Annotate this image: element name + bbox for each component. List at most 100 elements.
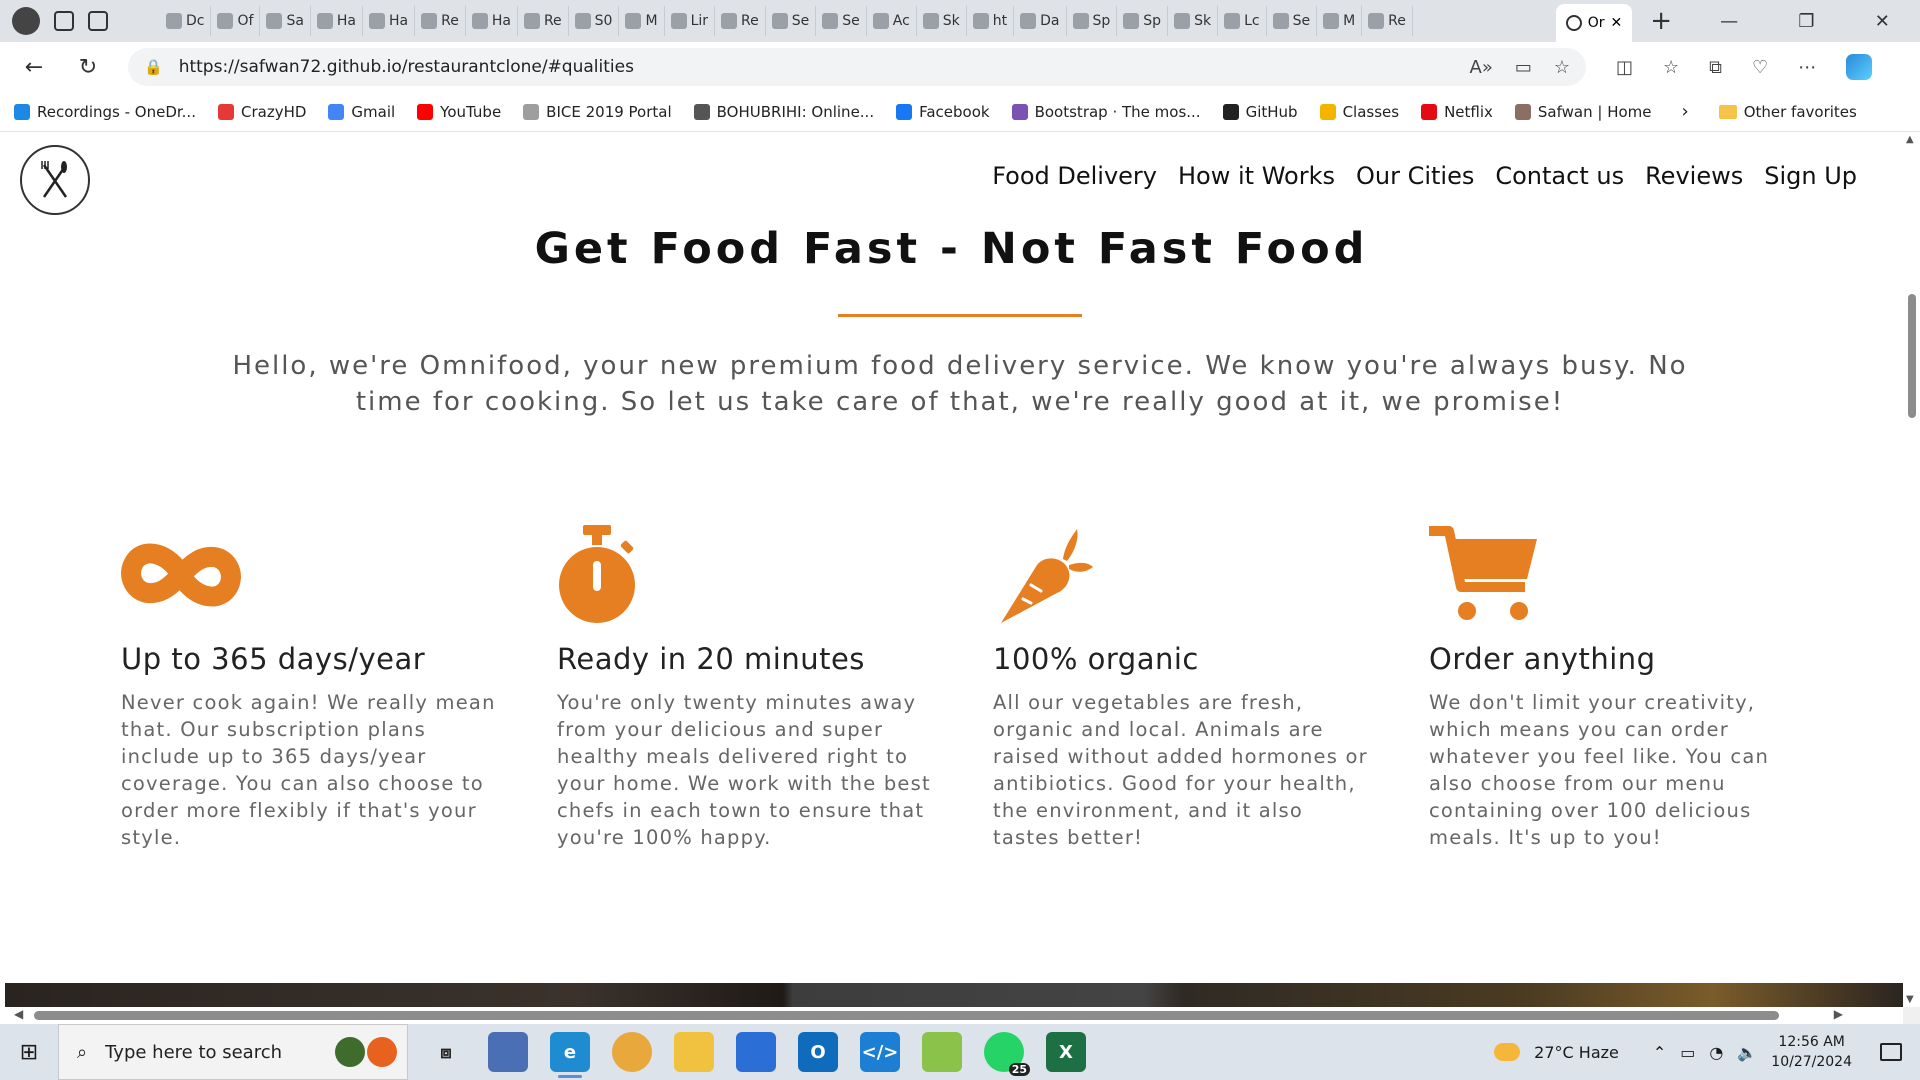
horizontal-scroll-thumb[interactable] bbox=[34, 1011, 1779, 1020]
browser-tab[interactable]: Se bbox=[766, 6, 817, 36]
browser-tab[interactable]: Of bbox=[211, 6, 261, 36]
favorite-link[interactable]: Netflix bbox=[1421, 103, 1493, 121]
nav-food-delivery[interactable]: Food Delivery bbox=[992, 162, 1157, 190]
read-aloud-icon[interactable]: A» bbox=[1470, 57, 1493, 78]
refresh-button[interactable]: ↻ bbox=[68, 55, 108, 80]
favorite-link[interactable]: Recordings - OneDr... bbox=[14, 103, 196, 121]
profile-avatar[interactable] bbox=[12, 7, 40, 35]
split-screen-icon[interactable]: ◫ bbox=[1616, 57, 1633, 78]
back-button[interactable]: ← bbox=[14, 55, 54, 80]
browser-tab[interactable]: M bbox=[619, 6, 665, 36]
collections-icon[interactable]: ⧉ bbox=[1709, 57, 1722, 78]
browser-tab[interactable]: Da bbox=[1014, 6, 1067, 36]
snipping-tool-icon[interactable] bbox=[922, 1032, 962, 1072]
favorite-link[interactable]: Bootstrap · The mos... bbox=[1011, 103, 1201, 121]
favorites-icon[interactable]: ☆ bbox=[1663, 57, 1679, 78]
browser-tab[interactable]: ht bbox=[967, 6, 1015, 36]
favorite-link[interactable]: CrazyHD bbox=[217, 103, 306, 121]
taskbar-search[interactable]: ⌕ Type here to search bbox=[58, 1024, 408, 1080]
other-favorites[interactable]: Other favorites bbox=[1718, 103, 1857, 121]
restore-button[interactable]: ❐ bbox=[1798, 11, 1814, 32]
search-placeholder[interactable]: Type here to search bbox=[105, 1042, 282, 1063]
chrome-app-icon[interactable] bbox=[612, 1032, 652, 1072]
vscode-app-icon[interactable]: </> bbox=[860, 1032, 900, 1072]
nav-sign-up[interactable]: Sign Up bbox=[1764, 162, 1857, 190]
browser-tab[interactable]: Ha bbox=[311, 6, 364, 36]
wifi-icon[interactable]: ◔ bbox=[1709, 1043, 1723, 1062]
url-box[interactable]: 🔒 https://safwan72.github.io/restaurantc… bbox=[128, 48, 1586, 86]
favorite-link[interactable]: Gmail bbox=[328, 103, 395, 121]
volume-icon[interactable]: 🔈 bbox=[1737, 1043, 1757, 1062]
battery-icon[interactable]: ▭ bbox=[1680, 1043, 1695, 1062]
minimize-button[interactable]: — bbox=[1720, 11, 1738, 32]
browser-tab[interactable]: Sk bbox=[917, 6, 967, 36]
tab-label: Ha bbox=[491, 13, 511, 29]
scroll-right-icon[interactable]: ▶ bbox=[1834, 1007, 1843, 1021]
immersive-reader-icon[interactable]: ▭ bbox=[1515, 57, 1532, 78]
notifications-icon[interactable] bbox=[1880, 1043, 1902, 1061]
nav-our-cities[interactable]: Our Cities bbox=[1356, 162, 1474, 190]
favorite-link[interactable]: Safwan | Home bbox=[1514, 103, 1652, 121]
vertical-scrollbar[interactable]: ▲ ▼ bbox=[1903, 132, 1920, 1007]
browser-tab[interactable]: M bbox=[1317, 6, 1363, 36]
browser-tab[interactable]: Dc bbox=[160, 6, 212, 36]
close-tab-icon[interactable]: ✕ bbox=[1610, 15, 1622, 31]
file-explorer-icon[interactable] bbox=[674, 1032, 714, 1072]
scroll-down-icon[interactable]: ▼ bbox=[1906, 994, 1914, 1005]
browser-tab[interactable]: Lc bbox=[1218, 6, 1267, 36]
whatsapp-app-icon[interactable]: 25 bbox=[984, 1032, 1030, 1076]
browser-tab[interactable]: Re bbox=[518, 6, 569, 36]
outlook-app-icon[interactable]: O bbox=[798, 1032, 838, 1072]
scroll-left-icon[interactable]: ◀ bbox=[14, 1007, 23, 1021]
omnifood-logo[interactable] bbox=[20, 145, 90, 215]
workspaces-icon[interactable] bbox=[54, 11, 74, 31]
excel-app-icon[interactable]: X bbox=[1046, 1032, 1086, 1072]
browser-tab[interactable]: Sp bbox=[1067, 6, 1118, 36]
favorite-link[interactable]: GitHub bbox=[1222, 103, 1298, 121]
browser-tab[interactable]: Se bbox=[1267, 6, 1318, 36]
browser-essentials-icon[interactable]: ♡ bbox=[1752, 57, 1768, 78]
url-text[interactable]: https://safwan72.github.io/restaurantclo… bbox=[179, 57, 1448, 77]
nav-how-it-works[interactable]: How it Works bbox=[1178, 162, 1335, 190]
favorite-link[interactable]: Facebook bbox=[896, 103, 990, 121]
edge-app-icon[interactable]: e bbox=[550, 1032, 590, 1078]
file-manager-app-icon[interactable] bbox=[488, 1032, 528, 1072]
close-window-button[interactable]: ✕ bbox=[1875, 11, 1890, 32]
browser-tab[interactable]: Ac bbox=[867, 6, 917, 36]
browser-tab[interactable]: Re bbox=[715, 6, 766, 36]
browser-tab[interactable]: Sk bbox=[1168, 6, 1219, 36]
chevron-up-icon[interactable]: ⌃ bbox=[1653, 1043, 1666, 1062]
tab-active[interactable]: Or ✕ bbox=[1555, 4, 1633, 42]
chevron-right-icon[interactable]: › bbox=[1682, 101, 1689, 122]
nav-contact-us[interactable]: Contact us bbox=[1495, 162, 1624, 190]
more-menu-icon[interactable]: ⋯ bbox=[1798, 57, 1816, 78]
browser-tab[interactable]: Ha bbox=[363, 6, 416, 36]
browser-tab[interactable]: S0 bbox=[569, 6, 620, 36]
favorite-link[interactable]: BICE 2019 Portal bbox=[523, 103, 672, 121]
favorite-link[interactable]: BOHUBRIHI: Online... bbox=[693, 103, 874, 121]
browser-tab[interactable]: Ha bbox=[466, 6, 518, 36]
favorite-link[interactable]: YouTube bbox=[417, 103, 501, 121]
browser-tab[interactable]: Re bbox=[415, 6, 466, 36]
favorite-star-icon[interactable]: ☆ bbox=[1554, 57, 1570, 78]
copilot-icon[interactable] bbox=[1846, 54, 1873, 80]
browser-tab[interactable]: Re bbox=[1362, 6, 1413, 36]
windows-start-icon[interactable]: ⊞ bbox=[0, 1040, 58, 1065]
browser-tab[interactable]: Sa bbox=[260, 6, 311, 36]
task-view-icon[interactable]: ⧈ bbox=[426, 1032, 466, 1072]
lock-icon[interactable]: 🔒 bbox=[144, 58, 163, 76]
microsoft-store-icon[interactable] bbox=[736, 1032, 776, 1072]
browser-tab[interactable]: Sp bbox=[1117, 6, 1169, 36]
tab-actions-icon[interactable] bbox=[88, 11, 108, 31]
vertical-scroll-thumb[interactable] bbox=[1908, 294, 1916, 418]
scroll-up-icon[interactable]: ▲ bbox=[1906, 134, 1914, 145]
favorite-link[interactable]: Classes bbox=[1319, 103, 1399, 121]
nav-reviews[interactable]: Reviews bbox=[1645, 162, 1743, 190]
new-tab-button[interactable]: + bbox=[1632, 6, 1690, 36]
weather-text[interactable]: 27°C Haze bbox=[1534, 1043, 1619, 1062]
browser-tab[interactable]: Lir bbox=[665, 6, 716, 36]
horizontal-scrollbar[interactable]: ◀ ▶ bbox=[0, 1007, 1903, 1024]
haze-weather-icon[interactable] bbox=[1494, 1043, 1521, 1061]
clock[interactable]: 12:56 AM 10/27/2024 bbox=[1771, 1032, 1852, 1072]
browser-tab[interactable]: Se bbox=[816, 6, 867, 36]
